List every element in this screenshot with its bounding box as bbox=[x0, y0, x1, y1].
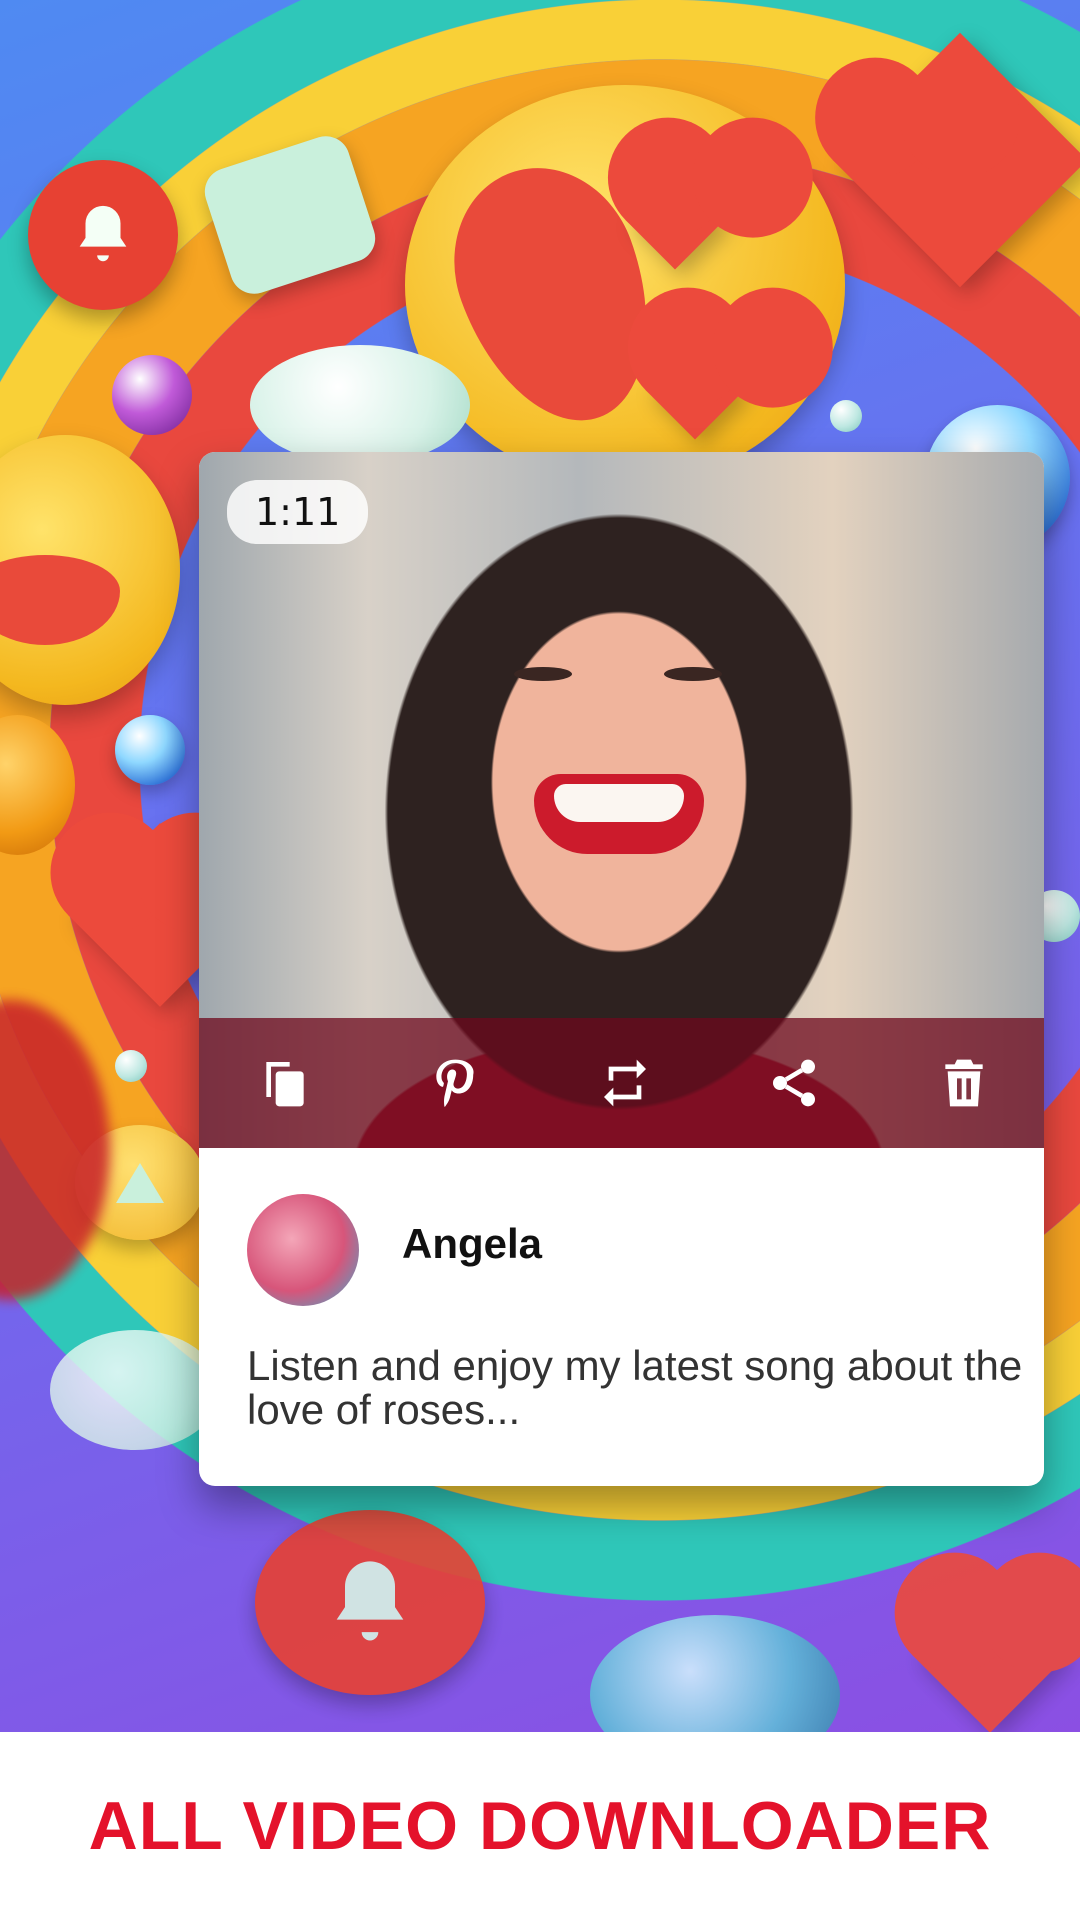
share-button[interactable] bbox=[766, 1055, 822, 1111]
video-post-card[interactable]: 1:11 Angela Listen and enjoy my latest s… bbox=[199, 452, 1044, 1486]
delete-button[interactable] bbox=[936, 1055, 992, 1111]
post-details: Angela Listen and enjoy my latest song a… bbox=[199, 1148, 1044, 1486]
copy-button[interactable] bbox=[257, 1055, 313, 1111]
cloud-decoration bbox=[250, 345, 470, 465]
footer-banner: ALL VIDEO DOWNLOADER bbox=[0, 1732, 1080, 1920]
cloud-decoration bbox=[50, 1330, 220, 1450]
repost-icon bbox=[603, 1059, 646, 1107]
pearl-decoration bbox=[115, 1050, 147, 1082]
pinterest-button[interactable] bbox=[427, 1055, 483, 1111]
pearl-decoration bbox=[830, 400, 862, 432]
like-bubble-icon bbox=[198, 130, 382, 300]
post-caption: Listen and enjoy my latest song about th… bbox=[247, 1342, 1023, 1433]
bubble-decoration bbox=[115, 715, 185, 785]
copy-icon bbox=[266, 1062, 304, 1107]
thumbnail-teeth bbox=[554, 784, 684, 822]
thumbnail-eyes bbox=[514, 667, 724, 685]
bell-icon bbox=[28, 160, 178, 310]
pinterest-icon bbox=[436, 1059, 474, 1107]
avatar[interactable] bbox=[247, 1194, 359, 1306]
heart-eyes-emoji bbox=[0, 435, 180, 705]
heart-decoration bbox=[832, 32, 1080, 288]
bell-icon bbox=[255, 1510, 485, 1695]
orb-decoration bbox=[590, 1615, 840, 1732]
author-name[interactable]: Angela bbox=[402, 1220, 542, 1268]
video-duration-badge: 1:11 bbox=[227, 480, 369, 544]
orb-decoration bbox=[112, 355, 192, 435]
delete-icon bbox=[945, 1059, 983, 1107]
blurred-heart-decoration bbox=[0, 1000, 110, 1300]
share-icon bbox=[773, 1059, 816, 1107]
post-action-bar bbox=[199, 1018, 1044, 1148]
repost-button[interactable] bbox=[597, 1055, 653, 1111]
app-title: ALL VIDEO DOWNLOADER bbox=[88, 1788, 992, 1864]
heart-decoration bbox=[912, 1577, 1068, 1732]
video-thumbnail[interactable]: 1:11 bbox=[199, 452, 1044, 1148]
